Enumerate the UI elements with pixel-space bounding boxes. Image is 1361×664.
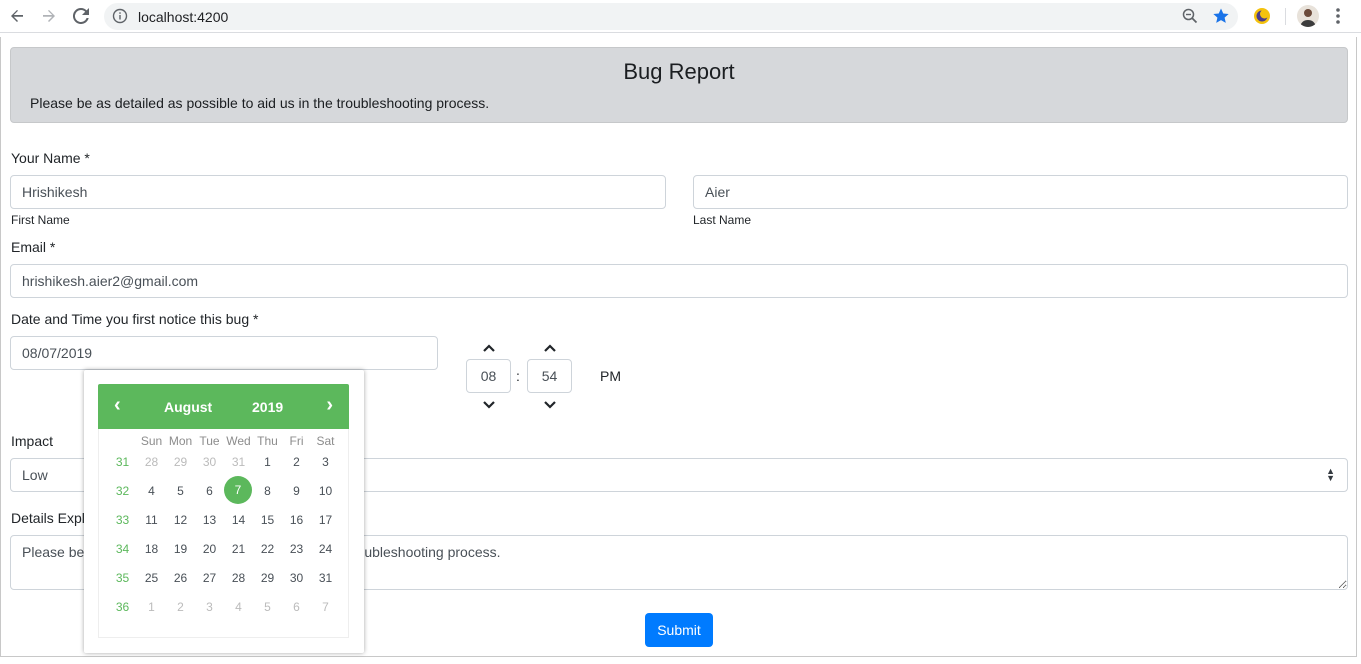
week-number: 34 [115, 541, 130, 556]
outside-month-day[interactable]: 28 [137, 447, 166, 476]
day-cell[interactable]: 6 [195, 476, 224, 505]
minute-up-chevron-icon[interactable] [542, 342, 558, 354]
day-cell[interactable]: 17 [311, 505, 340, 534]
outside-month-day[interactable]: 4 [224, 592, 253, 621]
day-cell[interactable]: 8 [253, 476, 282, 505]
outside-month-day[interactable]: 3 [195, 592, 224, 621]
meridian-toggle[interactable]: PM [600, 368, 621, 384]
week-number: 31 [115, 454, 130, 469]
day-cell[interactable]: 15 [253, 505, 282, 534]
week-number: 36 [115, 599, 130, 614]
last-name-input[interactable]: Aier [693, 175, 1348, 209]
bookmark-star-icon[interactable] [1212, 7, 1230, 28]
toolbar-divider [1285, 8, 1286, 25]
prev-month-icon[interactable]: ‹ [114, 395, 121, 415]
day-cell[interactable]: 23 [282, 534, 311, 563]
outside-month-day[interactable]: 2 [166, 592, 195, 621]
week-number: 33 [115, 512, 130, 527]
day-cell[interactable]: 20 [195, 534, 224, 563]
minute-input[interactable]: 54 [527, 359, 572, 393]
address-bar[interactable]: localhost:4200 [104, 3, 1238, 30]
week-number: 35 [115, 570, 130, 585]
browser-toolbar: localhost:4200 [0, 0, 1361, 33]
hour-up-chevron-icon[interactable] [481, 342, 497, 354]
day-cell[interactable]: 29 [253, 563, 282, 592]
day-cell[interactable]: 18 [137, 534, 166, 563]
details-label: Details Expl [11, 510, 85, 526]
day-cell[interactable]: 28 [224, 563, 253, 592]
page-intro: Please be as detailed as possible to aid… [30, 95, 490, 111]
zoom-out-icon[interactable] [1182, 8, 1198, 27]
day-cell[interactable]: 31 [311, 563, 340, 592]
outside-month-day[interactable]: 29 [166, 447, 195, 476]
outside-month-day[interactable]: 1 [137, 592, 166, 621]
kebab-menu-icon[interactable] [1330, 6, 1346, 29]
hour-input[interactable]: 08 [466, 359, 511, 393]
reload-icon[interactable] [70, 5, 92, 27]
day-cell[interactable]: 19 [166, 534, 195, 563]
outside-month-day[interactable]: 7 [311, 592, 340, 621]
last-name-hint: Last Name [693, 213, 752, 227]
date-input[interactable]: 08/07/2019 [10, 336, 438, 370]
outside-month-day[interactable]: 30 [195, 447, 224, 476]
back-icon[interactable] [6, 5, 28, 27]
day-cell[interactable]: 25 [137, 563, 166, 592]
datepicker-popup: ‹ August 2019 › Sun Mon Tue Wed Thu Fri Sat 31 2… [84, 370, 364, 653]
next-month-icon[interactable]: › [326, 395, 333, 415]
first-name-hint: First Name [11, 213, 70, 227]
submit-button[interactable]: Submit [645, 613, 713, 647]
day-cell[interactable]: 30 [282, 563, 311, 592]
day-cell[interactable]: 11 [137, 505, 166, 534]
selected-day[interactable]: 7 [224, 476, 252, 504]
month-select[interactable]: August [164, 399, 212, 415]
day-cell[interactable]: 16 [282, 505, 311, 534]
time-separator: : [516, 368, 520, 384]
day-cell[interactable]: 5 [166, 476, 195, 505]
outside-month-day[interactable]: 6 [282, 592, 311, 621]
profile-avatar[interactable] [1297, 5, 1319, 27]
datepicker-grid: Sun Mon Tue Wed Thu Fri Sat 31 28 29 30 31 1 2 3 32 4 5 6 7… [98, 429, 349, 638]
day-cell[interactable]: 4 [137, 476, 166, 505]
day-cell[interactable]: 27 [195, 563, 224, 592]
page-viewport: Bug Report Please be as detailed as poss… [0, 37, 1357, 657]
day-cell[interactable]: 22 [253, 534, 282, 563]
minute-down-chevron-icon[interactable] [542, 399, 558, 411]
info-icon[interactable] [112, 8, 128, 27]
name-label: Your Name * [11, 150, 90, 166]
first-name-input[interactable]: Hrishikesh [10, 175, 666, 209]
extension-moon-icon[interactable] [1252, 6, 1272, 29]
datepicker-header: ‹ August 2019 › [98, 384, 349, 429]
day-cell[interactable]: 10 [311, 476, 340, 505]
day-cell[interactable]: 1 [253, 447, 282, 476]
day-cell[interactable]: 13 [195, 505, 224, 534]
day-cell[interactable]: 9 [282, 476, 311, 505]
day-cell[interactable]: 14 [224, 505, 253, 534]
week-number: 32 [115, 483, 130, 498]
header-banner: Bug Report Please be as detailed as poss… [10, 47, 1348, 123]
day-cell[interactable]: 12 [166, 505, 195, 534]
select-arrows-icon: ▲ ▼ [1326, 466, 1335, 483]
email-input[interactable]: hrishikesh.aier2@gmail.com [10, 264, 1348, 298]
day-cell[interactable]: 3 [311, 447, 340, 476]
day-cell[interactable]: 24 [311, 534, 340, 563]
outside-month-day[interactable]: 5 [253, 592, 282, 621]
year-select[interactable]: 2019 [252, 399, 283, 415]
impact-selected-value: Low [22, 467, 48, 483]
day-cell[interactable]: 21 [224, 534, 253, 563]
page-title: Bug Report [623, 59, 735, 84]
forward-icon[interactable] [38, 5, 60, 27]
outside-month-day[interactable]: 31 [224, 447, 253, 476]
day-cell[interactable]: 26 [166, 563, 195, 592]
hour-down-chevron-icon[interactable] [481, 399, 497, 411]
email-label: Email * [11, 239, 56, 255]
day-cell[interactable]: 2 [282, 447, 311, 476]
impact-label: Impact [11, 433, 54, 449]
url-text: localhost:4200 [138, 9, 229, 25]
date-label: Date and Time you first notice this bug … [11, 311, 259, 327]
